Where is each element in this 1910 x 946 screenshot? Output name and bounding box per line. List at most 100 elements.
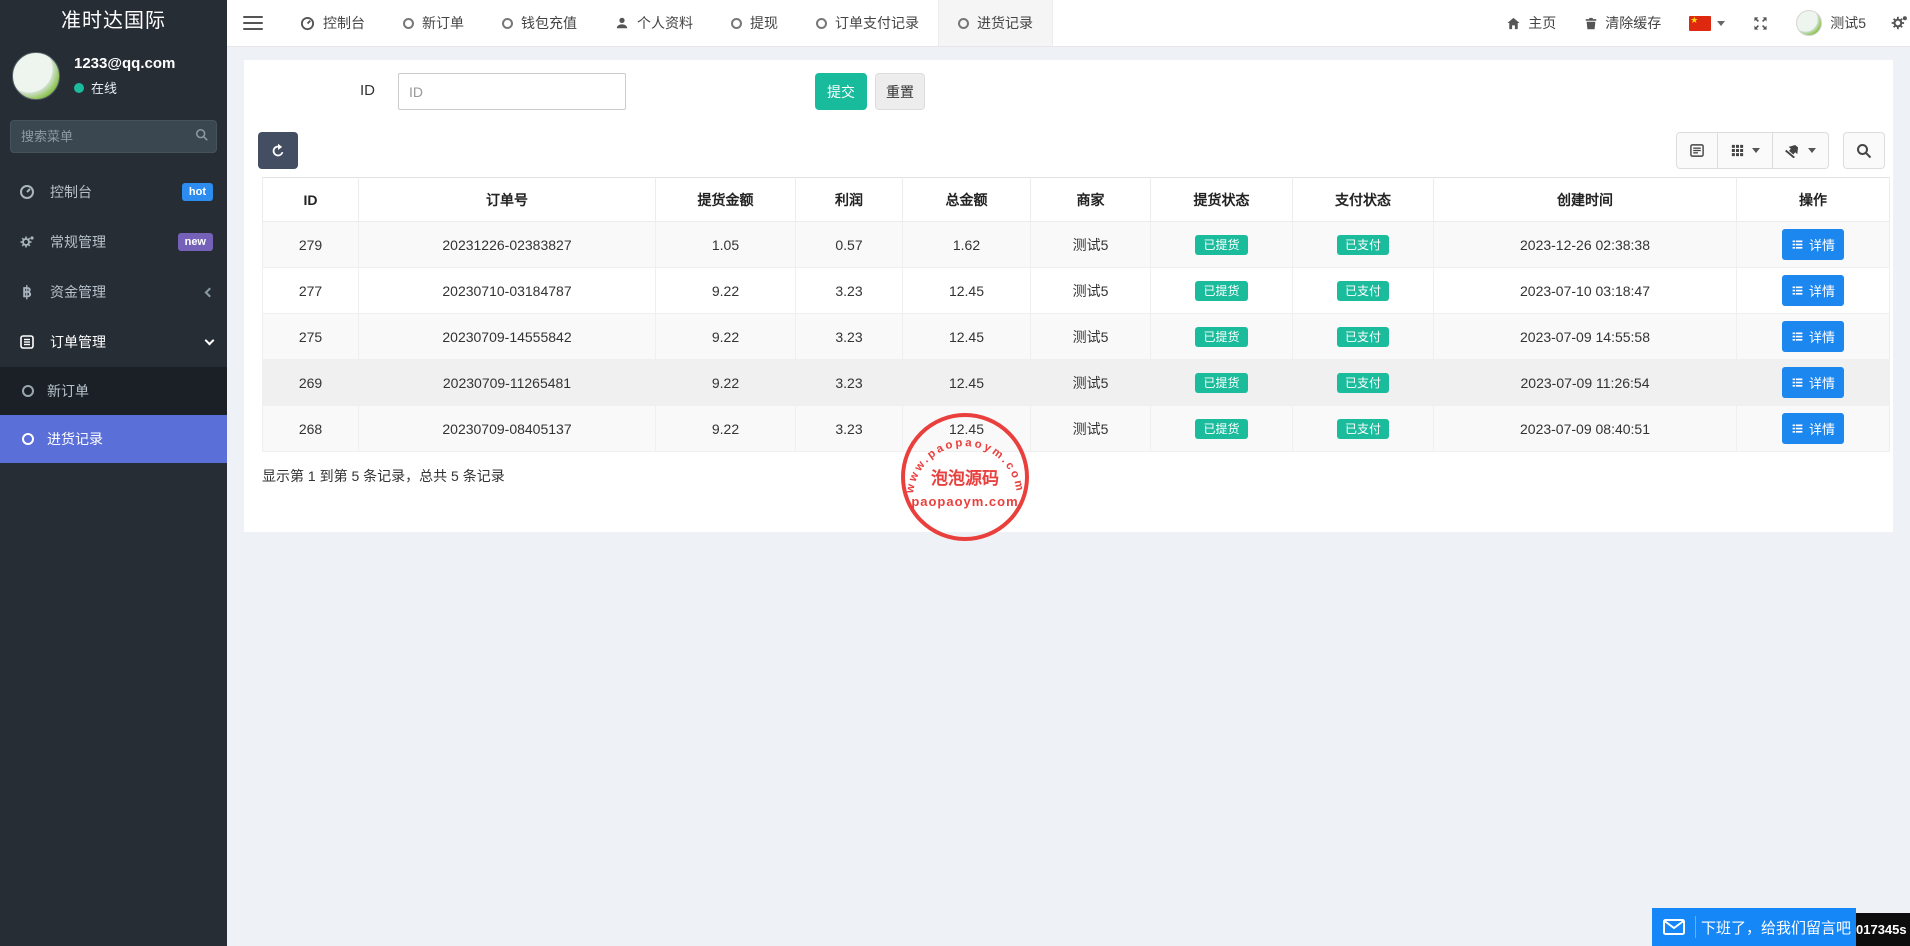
tab-dashboard[interactable]: 控制台 (281, 0, 384, 46)
table-cell: 12.45 (903, 360, 1031, 406)
table-cell: 3.23 (796, 406, 903, 452)
submenu-item-label: 新订单 (47, 381, 89, 401)
search-icon (195, 128, 209, 147)
table-row: 27520230709-145558429.223.2312.45测试5已提货已… (263, 314, 1890, 360)
sidebar-item-label: 订单管理 (50, 332, 106, 352)
tab-withdraw[interactable]: 提现 (712, 0, 797, 46)
detail-button[interactable]: 详情 (1782, 229, 1844, 260)
circle-icon (731, 18, 742, 29)
circle-icon (22, 433, 34, 445)
status-cell: 已提货 (1151, 360, 1293, 406)
tab-new-order[interactable]: 新订单 (384, 0, 483, 46)
fullscreen-button[interactable] (1739, 0, 1782, 46)
avatar (1796, 10, 1822, 36)
table-cell: 0.57 (796, 222, 903, 268)
detail-button[interactable]: 详情 (1782, 413, 1844, 444)
status-badge: 已提货 (1195, 235, 1247, 255)
table-cell: 9.22 (656, 314, 796, 360)
table-toolbar (1676, 132, 1885, 169)
status-badge: 已支付 (1337, 235, 1389, 255)
submenu-item-new-order[interactable]: 新订单 (0, 367, 227, 415)
status-badge: 已提货 (1195, 281, 1247, 301)
status-cell: 已提货 (1151, 222, 1293, 268)
column-header: 支付状态 (1293, 178, 1434, 222)
orders-submenu: 新订单 进货记录 (0, 367, 227, 463)
tab-purchase-records[interactable]: 进货记录 (938, 0, 1053, 46)
status-badge: 已支付 (1337, 327, 1389, 347)
gears-icon (1890, 14, 1908, 32)
chat-label: 下班了，给我们留言吧 (1696, 917, 1856, 938)
table-cell: 测试5 (1031, 268, 1151, 314)
expand-icon (1753, 16, 1768, 31)
table-cell: 12.45 (903, 314, 1031, 360)
table-cell: 20230709-11265481 (359, 360, 656, 406)
tab-order-payments[interactable]: 订单支付记录 (797, 0, 938, 46)
user-email: 1233@qq.com (74, 55, 175, 72)
refresh-icon (270, 143, 286, 159)
sidebar-item-orders[interactable]: 订单管理 (0, 317, 227, 367)
tab-label: 个人资料 (637, 13, 693, 33)
table-cell: 9.22 (656, 360, 796, 406)
chevron-left-icon (205, 287, 215, 297)
tab-wallet-recharge[interactable]: 钱包充值 (483, 0, 596, 46)
china-flag-icon (1689, 16, 1711, 31)
avatar[interactable] (12, 52, 60, 100)
sidebar-item-label: 资金管理 (50, 282, 106, 302)
column-header: 利润 (796, 178, 903, 222)
user-menu[interactable]: 测试5 (1782, 0, 1880, 46)
sidebar-item-funds[interactable]: ฿ 资金管理 (0, 267, 227, 317)
reset-button[interactable]: 重置 (875, 73, 925, 110)
action-cell: 详情 (1737, 406, 1890, 452)
circle-icon (958, 18, 969, 29)
nav-tabs: 控制台 新订单 钱包充值 个人资料 提现 订单支付记录 进货记录 (281, 0, 1053, 46)
pagination-summary: 显示第 1 到第 5 条记录，总共 5 条记录 (262, 466, 505, 486)
detail-button[interactable]: 详情 (1782, 367, 1844, 398)
caret-down-icon (1717, 21, 1725, 26)
table-search-button[interactable] (1843, 132, 1885, 169)
online-dot-icon (74, 83, 84, 93)
status-badge: 已支付 (1337, 419, 1389, 439)
home-icon (1506, 16, 1521, 31)
hot-badge: hot (182, 183, 213, 201)
status-cell: 已支付 (1293, 268, 1434, 314)
home-button[interactable]: 主页 (1492, 0, 1570, 46)
export-button[interactable] (1773, 132, 1829, 169)
status-cell: 已支付 (1293, 360, 1434, 406)
home-label: 主页 (1528, 13, 1556, 33)
circle-icon (502, 18, 513, 29)
tab-profile[interactable]: 个人资料 (596, 0, 712, 46)
tab-label: 新订单 (422, 13, 464, 33)
clear-cache-button[interactable]: 清除缓存 (1570, 0, 1675, 46)
table-cell: 277 (263, 268, 359, 314)
submenu-item-purchase-records[interactable]: 进货记录 (0, 415, 227, 463)
columns-button[interactable] (1718, 132, 1773, 169)
brand-title: 准时达国际 (0, 0, 227, 42)
circle-icon (403, 18, 414, 29)
detail-button[interactable]: 详情 (1782, 321, 1844, 352)
circle-icon (22, 385, 34, 397)
table-cell: 20231226-02383827 (359, 222, 656, 268)
language-dropdown[interactable] (1675, 0, 1739, 46)
chat-widget[interactable]: 下班了，给我们留言吧 (1652, 908, 1856, 946)
tab-label: 控制台 (323, 13, 365, 33)
submit-button[interactable]: 提交 (815, 73, 867, 110)
sidebar-item-dashboard[interactable]: 控制台 hot (0, 167, 227, 217)
detail-button[interactable]: 详情 (1782, 275, 1844, 306)
detail-view-button[interactable] (1676, 132, 1718, 169)
sidebar-item-general[interactable]: 常规管理 new (0, 217, 227, 267)
tab-label: 提现 (750, 13, 778, 33)
envelope-icon (1652, 916, 1696, 938)
action-cell: 详情 (1737, 360, 1890, 406)
navbar-right: 主页 清除缓存 测试5 (1492, 0, 1910, 46)
hamburger-icon[interactable] (243, 12, 263, 34)
settings-button[interactable] (1880, 0, 1910, 46)
id-filter-input[interactable] (398, 73, 626, 110)
gears-icon (18, 234, 36, 250)
table-cell: 3.23 (796, 268, 903, 314)
action-cell: 详情 (1737, 222, 1890, 268)
table-cell: 测试5 (1031, 222, 1151, 268)
refresh-button[interactable] (258, 132, 298, 169)
menu-search-input[interactable] (10, 120, 217, 153)
table-cell: 12.45 (903, 406, 1031, 452)
caret-down-icon (1808, 148, 1816, 153)
